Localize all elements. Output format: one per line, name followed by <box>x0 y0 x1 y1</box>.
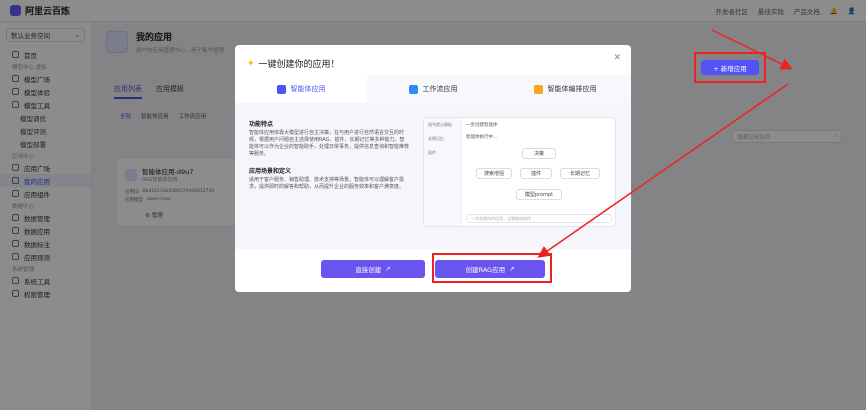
annotation-arrows <box>537 29 793 258</box>
arrow-to-new-app <box>711 29 793 70</box>
arrow-to-rag-button <box>537 83 789 258</box>
